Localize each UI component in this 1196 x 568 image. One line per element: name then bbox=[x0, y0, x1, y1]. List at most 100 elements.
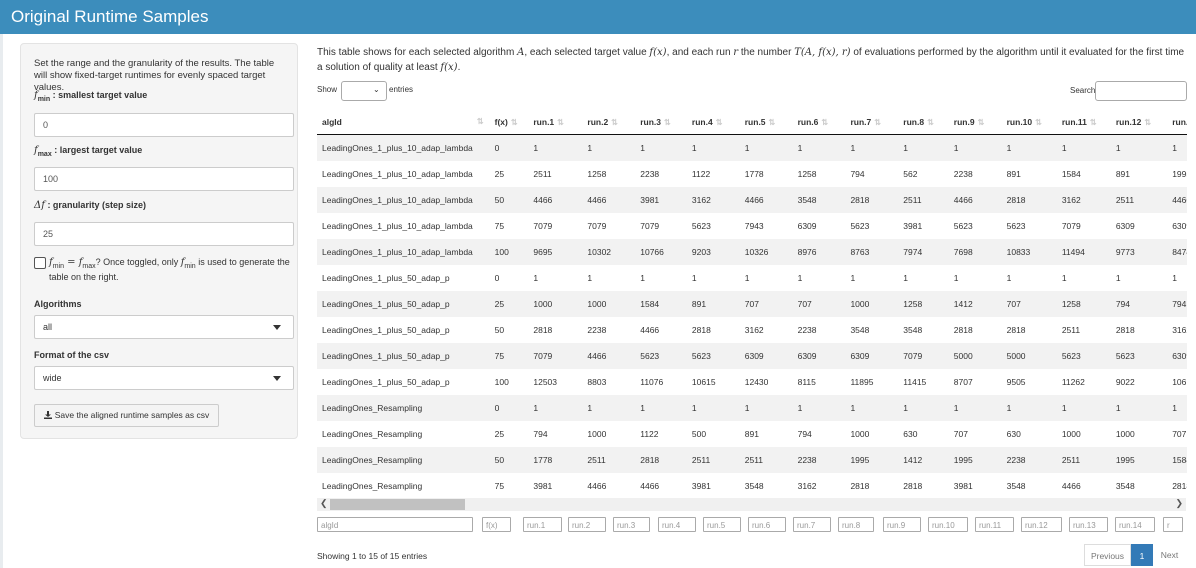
table-cell: 100 bbox=[489, 239, 529, 265]
table-cell: 1 bbox=[792, 134, 846, 161]
filter-input-run-12[interactable]: run.12 bbox=[1021, 517, 1062, 532]
sort-icon: ⇅ bbox=[1035, 118, 1042, 127]
table-cell: 3981 bbox=[528, 473, 583, 496]
table-cell: 2511 bbox=[1056, 447, 1111, 473]
table-cell: 2511 bbox=[528, 161, 583, 187]
filter-input-run-9[interactable]: run.9 bbox=[883, 517, 921, 532]
table-row: LeadingOnes_1_plus_50_adap_p 0 1 1 1 1 1 1 1 1 1 1 1… bbox=[317, 265, 1187, 291]
pagination-page-1[interactable]: 1 bbox=[1131, 544, 1153, 566]
csv-format-select[interactable]: wide bbox=[34, 366, 294, 390]
fmin-equals-fmax-checkbox[interactable] bbox=[34, 257, 46, 269]
column-header-run-4[interactable]: run.4 ⇅ bbox=[686, 110, 740, 135]
filter-input-run-10[interactable]: run.10 bbox=[928, 517, 968, 532]
column-header-run-7[interactable]: run.7 ⇅ bbox=[845, 110, 899, 135]
filter-input-run-8[interactable]: run.8 bbox=[838, 517, 874, 532]
caret-down-icon bbox=[273, 376, 281, 381]
table-row: LeadingOnes_Resampling 25 794 1000 1122 500 89… bbox=[317, 421, 1187, 447]
caret-down-icon bbox=[273, 325, 281, 330]
filter-input-run-4[interactable]: run.4 bbox=[658, 517, 696, 532]
sort-icon: ⇅ bbox=[510, 118, 518, 127]
filter-input-run-5[interactable]: run.5 bbox=[703, 517, 741, 532]
table-cell: 1 bbox=[898, 395, 949, 421]
column-header-run-3[interactable]: run.3 ⇅ bbox=[635, 110, 687, 135]
table-cell: 6309 bbox=[845, 343, 899, 369]
scrollbar-thumb[interactable] bbox=[330, 499, 465, 510]
table-cell: 1995 bbox=[845, 447, 899, 473]
horizontal-scrollbar[interactable]: ❮ ❯ bbox=[317, 498, 1186, 511]
table-cell: 10615 bbox=[686, 369, 740, 395]
table-cell: 3548 bbox=[845, 317, 899, 343]
table-cell: 2511 bbox=[686, 447, 740, 473]
algorithms-select[interactable]: all bbox=[34, 315, 294, 339]
filter-input-run-6[interactable]: run.6 bbox=[748, 517, 786, 532]
column-header-algid[interactable]: algId ⇅ bbox=[317, 110, 490, 135]
table-cell: 25 bbox=[489, 291, 529, 317]
table-cell: 6309 bbox=[739, 343, 793, 369]
table-cell: 1 bbox=[1110, 134, 1168, 161]
sort-icon: ⇅ bbox=[768, 118, 776, 127]
table-cell: 5623 bbox=[686, 343, 740, 369]
table-cell: 6309 bbox=[792, 213, 846, 239]
column-header-run-9[interactable]: run.9 ⇅ bbox=[948, 110, 1002, 135]
pagination-next[interactable]: Next bbox=[1153, 544, 1186, 566]
column-header-run-8[interactable]: run.8 ⇅ bbox=[898, 110, 949, 135]
table-cell: 891 bbox=[1001, 161, 1057, 187]
table-cell: 3548 bbox=[739, 473, 793, 496]
table-cell: 7079 bbox=[898, 343, 949, 369]
table-cell: 2818 bbox=[635, 447, 687, 473]
table-cell: 25 bbox=[489, 161, 529, 187]
fmin-equals-fmax-label: fmin = fmax? Once toggled, only fmin is … bbox=[49, 257, 290, 282]
table-cell: 4466 bbox=[582, 187, 636, 213]
table-cell: 100 bbox=[489, 369, 529, 395]
column-header-run-13[interactable]: run.13⇅ bbox=[1167, 110, 1187, 135]
column-header-run-10[interactable]: run.10 ⇅ bbox=[1001, 110, 1057, 135]
table-cell: 1 bbox=[948, 134, 1002, 161]
download-icon bbox=[43, 411, 52, 419]
filter-input-run-11[interactable]: run.11 bbox=[975, 517, 1014, 532]
table-cell: 2818 bbox=[1167, 473, 1187, 496]
filter-input-run-3[interactable]: run.3 bbox=[613, 517, 650, 532]
table-cell: 6309 bbox=[1110, 213, 1168, 239]
fmin-input[interactable]: 0 bbox=[34, 113, 294, 137]
filter-input-run-1[interactable]: run.1 bbox=[523, 517, 562, 532]
filter-input-f-x-[interactable]: f(x) bbox=[482, 517, 511, 532]
entries-length-select[interactable]: ⌄ bbox=[341, 81, 387, 101]
column-header-run-11[interactable]: run.11 ⇅ bbox=[1056, 110, 1111, 135]
filter-input-run-14[interactable]: run.14 bbox=[1115, 517, 1155, 532]
fmax-input[interactable]: 100 bbox=[34, 167, 294, 191]
column-header-run-5[interactable]: run.5 ⇅ bbox=[739, 110, 793, 135]
runtime-table-container: algId ⇅ f(x) ⇅ run.1 ⇅ run.2 ⇅ run.3 ⇅ run.4 ⇅ run.5… bbox=[317, 110, 1187, 496]
table-cell: 3548 bbox=[898, 317, 949, 343]
table-cell: 2818 bbox=[948, 317, 1002, 343]
column-header-run-6[interactable]: run.6 ⇅ bbox=[792, 110, 846, 135]
column-header-f-x-[interactable]: f(x) ⇅ bbox=[489, 110, 529, 135]
scroll-left-icon[interactable]: ❮ bbox=[320, 498, 328, 509]
save-csv-button[interactable]: Save the aligned runtime samples as csv bbox=[34, 404, 219, 427]
filter-input-algid[interactable]: algId bbox=[317, 517, 473, 532]
table-cell: 1 bbox=[845, 134, 899, 161]
filter-input-run-15[interactable]: r bbox=[1163, 517, 1183, 532]
table-cell: 2818 bbox=[1001, 187, 1057, 213]
pagination-previous[interactable]: Previous bbox=[1084, 544, 1131, 566]
column-header-run-2[interactable]: run.2 ⇅ bbox=[582, 110, 636, 135]
column-filters: algId f(x) run.1 run.2 run.3 run.4 run.5 run.6 r… bbox=[317, 517, 1187, 535]
scroll-right-icon[interactable]: ❯ bbox=[1175, 498, 1183, 509]
settings-panel: Set the range and the granularity of the… bbox=[20, 43, 298, 439]
column-header-run-1[interactable]: run.1 ⇅ bbox=[528, 110, 583, 135]
table-cell: 3548 bbox=[1110, 473, 1168, 496]
filter-input-run-7[interactable]: run.7 bbox=[793, 517, 831, 532]
table-row: LeadingOnes_1_plus_50_adap_p 100 12503 8803… bbox=[317, 369, 1187, 395]
table-cell: 1 bbox=[686, 395, 740, 421]
table-cell: 5623 bbox=[1110, 343, 1168, 369]
table-cell: 7698 bbox=[948, 239, 1002, 265]
filter-input-run-13[interactable]: run.13 bbox=[1069, 517, 1108, 532]
table-cell: 2238 bbox=[635, 161, 687, 187]
table-cell: 3162 bbox=[739, 317, 793, 343]
delta-input[interactable]: 25 bbox=[34, 222, 294, 246]
search-input[interactable] bbox=[1095, 81, 1187, 101]
sort-icon: ⇅ bbox=[557, 118, 564, 127]
table-cell: 9505 bbox=[1001, 369, 1057, 395]
column-header-run-12[interactable]: run.12 ⇅ bbox=[1110, 110, 1168, 135]
filter-input-run-2[interactable]: run.2 bbox=[568, 517, 606, 532]
table-cell: LeadingOnes_1_plus_10_adap_lambda bbox=[317, 161, 490, 187]
